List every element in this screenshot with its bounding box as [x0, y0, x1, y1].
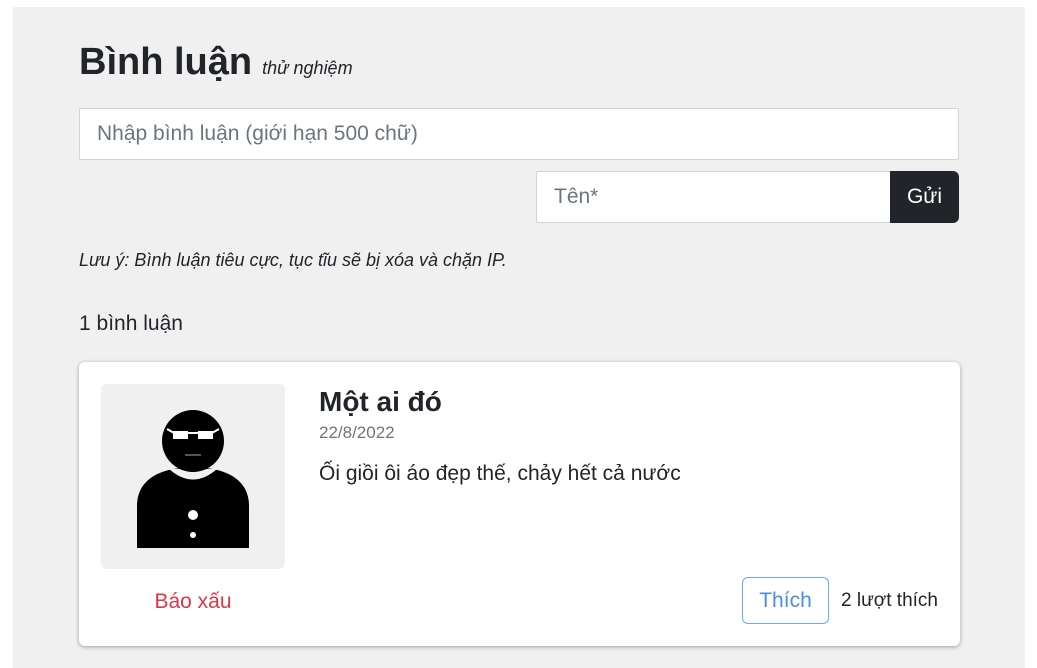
- name-submit-group: Gửi: [536, 171, 959, 223]
- page-subtitle: thử nghiệm: [262, 58, 353, 78]
- like-button[interactable]: Thích: [742, 577, 829, 624]
- comment-text: Ối giồi ôi áo đẹp thế, chảy hết cả nước: [319, 462, 681, 485]
- like-count: 2 lượt thích: [841, 590, 938, 611]
- comment-card: Báo xấu Một ai đó 22/8/2022 Ối giồi ôi á…: [79, 362, 960, 646]
- comment-count: 1 bình luận: [79, 312, 183, 335]
- report-link[interactable]: Báo xấu: [101, 590, 285, 614]
- avatar: [101, 384, 285, 569]
- send-button[interactable]: Gửi: [890, 171, 959, 223]
- moderation-note: Lưu ý: Bình luận tiêu cực, tục tĩu sẽ bị…: [79, 250, 507, 270]
- page-title: Bình luận: [79, 41, 253, 83]
- page-header: Bình luận thử nghiệm: [79, 40, 353, 86]
- name-input[interactable]: [536, 171, 890, 223]
- comment-input[interactable]: [79, 108, 959, 160]
- comment-author: Một ai đó: [319, 386, 442, 417]
- comment-date: 22/8/2022: [319, 423, 395, 442]
